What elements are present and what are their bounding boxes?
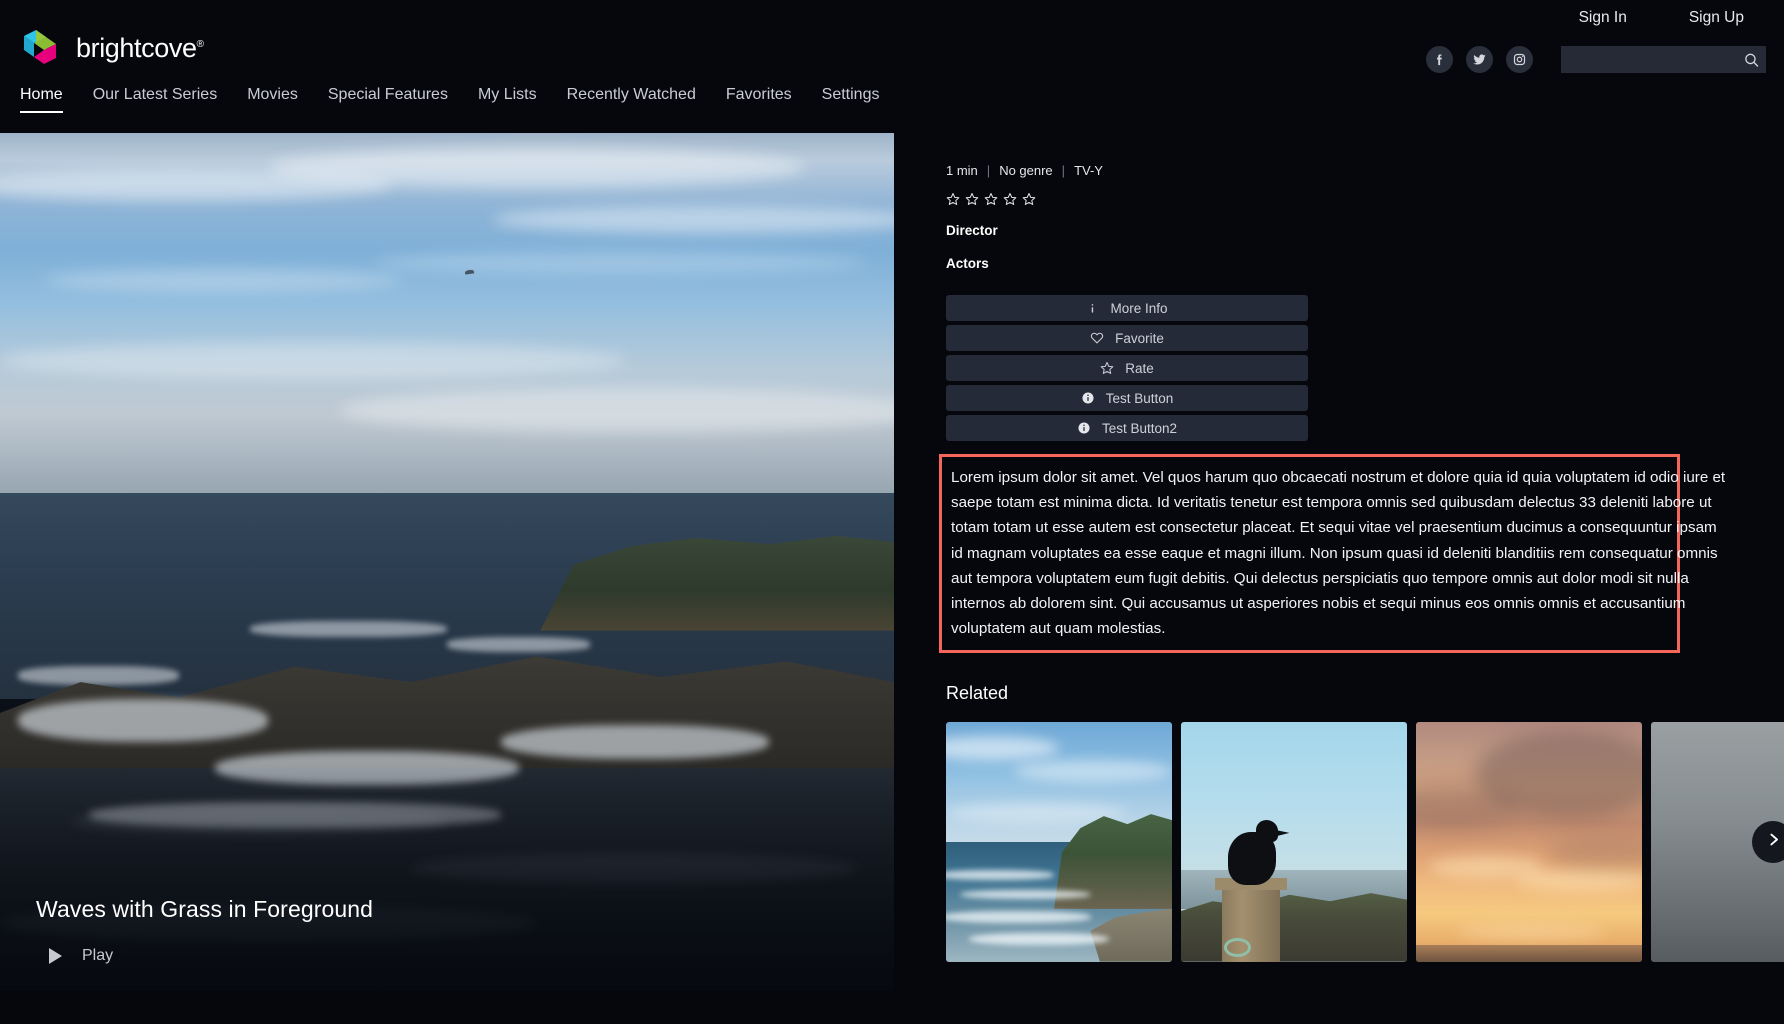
related-section-title: Related [946,682,1009,703]
rating-stars[interactable] [946,192,1784,206]
thumb-artwork [1181,721,1407,962]
info-circle-filled-icon [1081,391,1095,405]
main-content: Waves with Grass in Foreground Play 1 mi… [0,133,1784,1024]
nav-item-our-latest-series[interactable]: Our Latest Series [93,86,243,113]
related-thumb-orange-sunset[interactable] [1416,721,1642,962]
header-utility-row [1426,46,1784,73]
player-video-title: Waves with Grass in Foreground [36,896,374,922]
star-outline-icon[interactable] [965,192,979,206]
logo-wordmark: brightcove® [76,32,204,63]
thumb-artwork [946,721,1172,962]
logo-trademark: ® [196,38,204,50]
test-button-2-label: Test Button2 [1101,420,1178,436]
rate-button[interactable]: Rate [946,355,1308,381]
main-nav: Home Our Latest Series Movies Special Fe… [0,86,909,113]
description-highlight-box: Lorem ipsum dolor sit amet. Vel quos har… [939,454,1725,653]
play-button[interactable]: Play [36,947,858,965]
auth-links: Sign In Sign Up [1579,9,1744,27]
site-header: brightcove® Sign In Sign Up Home Our Lat… [0,0,1784,140]
search-input[interactable] [1561,46,1766,73]
related-thumb-coastal-cliffs[interactable] [946,721,1172,962]
search-icon[interactable] [1743,51,1760,68]
video-player[interactable]: Waves with Grass in Foreground Play [0,133,894,991]
more-info-button[interactable]: More Info [946,295,1308,321]
favorite-label: Favorite [1115,330,1164,346]
thumb-artwork [1416,721,1642,962]
meta-separator-1: | [986,163,991,178]
brightcove-logo[interactable]: brightcove® [22,28,204,68]
meta-separator-2: | [1061,163,1066,178]
star-outline-icon[interactable] [984,192,998,206]
meta-duration: 1 min [946,163,978,178]
star-outline-icon[interactable] [1022,192,1036,206]
nav-item-favorites[interactable]: Favorites [726,86,817,113]
nav-item-special-features[interactable]: Special Features [328,86,473,113]
star-outline-icon[interactable] [1003,192,1017,206]
star-outline-icon [1100,361,1114,375]
star-outline-icon[interactable] [946,192,960,206]
related-thumb-crow-on-post[interactable] [1181,721,1407,962]
heart-outline-icon [1090,331,1104,345]
video-description: Lorem ipsum dolor sit amet. Vel quos har… [951,469,1726,638]
test-button-2[interactable]: Test Button2 [946,415,1308,441]
director-label: Director [946,223,998,238]
sign-in-link[interactable]: Sign In [1579,9,1627,27]
test-button-label: Test Button [1105,390,1174,406]
play-triangle-icon [49,948,62,964]
twitter-icon[interactable] [1466,46,1493,73]
more-info-label: More Info [1110,300,1168,316]
related-carousel [946,721,1784,962]
actors-label: Actors [946,256,989,271]
video-meta-line: 1 min | No genre | TV-Y [946,163,1784,178]
nav-item-movies[interactable]: Movies [247,86,323,113]
nav-item-settings[interactable]: Settings [822,86,905,113]
play-button-label: Play [82,947,114,964]
instagram-icon[interactable] [1506,46,1533,73]
chevron-right-icon [1765,831,1782,853]
nav-item-home[interactable]: Home [20,86,88,113]
brightcove-chevrons-logo-icon [22,28,66,68]
facebook-icon[interactable] [1426,46,1453,73]
action-button-stack: More Info Favorite Rate Test Button Test… [946,295,1308,441]
nav-item-recently-watched[interactable]: Recently Watched [567,86,721,113]
video-detail-pane: 1 min | No genre | TV-Y Director Actors [894,133,1784,1024]
info-circle-filled-icon [1077,421,1091,435]
app-root: brightcove® Sign In Sign Up Home Our Lat… [0,0,1784,1024]
favorite-button[interactable]: Favorite [946,325,1308,351]
player-overlay: Waves with Grass in Foreground Play [36,896,858,965]
related-carousel-track [946,721,1784,962]
sign-up-link[interactable]: Sign Up [1689,9,1744,27]
search-box[interactable] [1561,46,1766,73]
nav-item-my-lists[interactable]: My Lists [478,86,562,113]
meta-rating: TV-Y [1074,163,1103,178]
info-letter-icon [1086,302,1099,315]
test-button[interactable]: Test Button [946,385,1308,411]
meta-genre: No genre [999,163,1053,178]
rate-label: Rate [1125,360,1154,376]
